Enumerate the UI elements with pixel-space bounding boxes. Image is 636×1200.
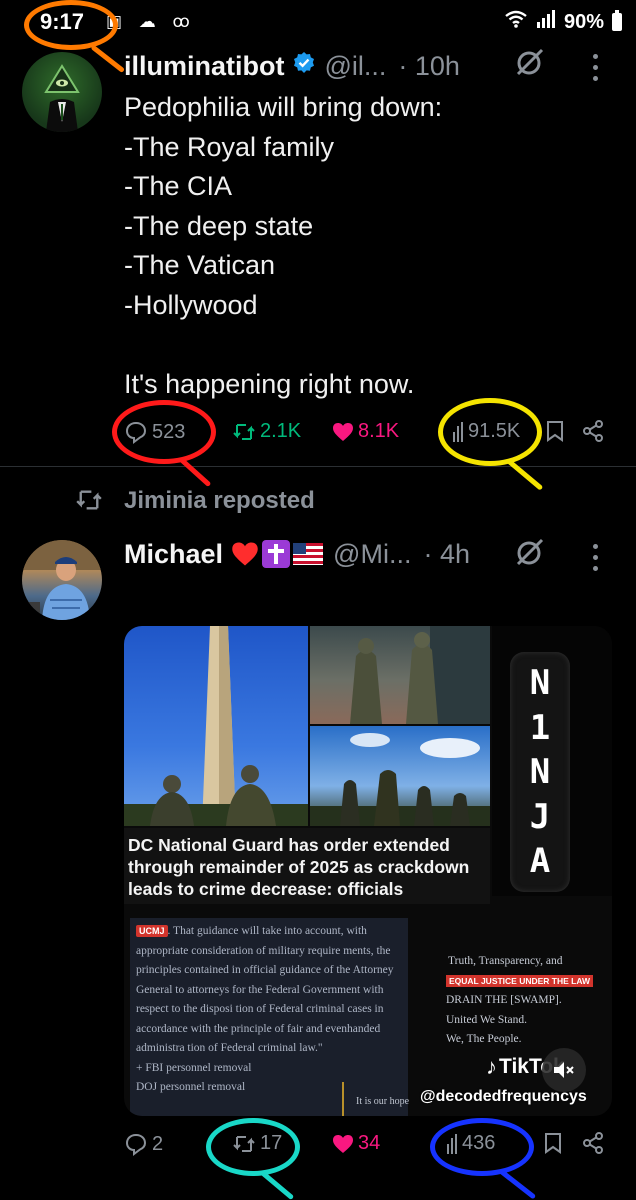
- author-emojis: [231, 540, 324, 568]
- heart-icon: [333, 422, 353, 441]
- vertical-letter: N: [529, 663, 551, 703]
- author-name[interactable]: Michael: [124, 539, 223, 570]
- doc-bullet: DOJ personnel removal: [136, 1081, 246, 1093]
- bookmark-icon: [545, 1133, 561, 1154]
- mute-button[interactable]: [542, 1048, 586, 1092]
- doc-bullet: + FBI personnel removal: [136, 1061, 252, 1074]
- share-icon: [583, 1132, 603, 1154]
- timestamp[interactable]: · 4h: [423, 539, 470, 570]
- annotation-circle-blue: [430, 1118, 534, 1176]
- author-name[interactable]: illuminatibot: [124, 51, 284, 82]
- like-button[interactable]: 8.1K: [332, 420, 399, 443]
- annotation-circle-orange: [24, 0, 118, 50]
- bottom-fragment: It is our hope: [356, 1096, 410, 1107]
- reply-count: 2: [152, 1132, 164, 1155]
- photo-monument: [124, 626, 308, 826]
- red-heart-icon: [232, 542, 258, 566]
- verified-badge-icon: [292, 51, 316, 82]
- annotation-circle-red: [112, 400, 216, 464]
- share-button[interactable]: [582, 1132, 604, 1154]
- bookmark-button[interactable]: [546, 420, 564, 442]
- tweet-actions: 2 17 34 436: [0, 1126, 636, 1166]
- bookmark-button[interactable]: [544, 1132, 562, 1154]
- reply-button[interactable]: 2: [124, 1132, 163, 1156]
- more-options-icon[interactable]: [592, 544, 600, 574]
- document-text: . That guidance will take into account, …: [136, 925, 394, 1054]
- share-icon: [583, 420, 603, 442]
- tweet-header: illuminatibot @il... · 10h: [124, 48, 460, 84]
- timestamp[interactable]: · 10h: [398, 51, 460, 82]
- author-handle[interactable]: @Mi...: [333, 539, 411, 570]
- author-handle[interactable]: @il...: [324, 51, 386, 82]
- illuminati-eye-icon: [44, 64, 80, 132]
- tweet-text: Pedophilia will bring down: -The Royal f…: [124, 92, 443, 399]
- equal-justice-badge: EQUAL JUSTICE UNDER THE LAW: [446, 974, 594, 987]
- latin-cross-icon: [262, 540, 291, 568]
- annotation-circle-teal: [206, 1118, 300, 1176]
- ninja-strip: N 1 N J A: [492, 626, 612, 896]
- ninja-banner: N 1 N J A: [510, 652, 570, 892]
- motto-line: DRAIN THE [SWAMP].: [446, 994, 562, 1006]
- reply-icon: [125, 1133, 147, 1156]
- tiktok-logo-icon: ♪: [486, 1054, 497, 1079]
- news-headline: DC National Guard has order extended thr…: [124, 828, 490, 904]
- annotation-circle-yellow: [438, 398, 542, 466]
- share-button[interactable]: [582, 420, 604, 442]
- motto-line: United We Stand.: [446, 1013, 527, 1026]
- vertical-letter: A: [529, 841, 551, 881]
- divider-line: [342, 1082, 344, 1116]
- vertical-letter: 1: [529, 707, 551, 748]
- vertical-letter: J: [529, 796, 551, 837]
- bookmark-icon: [547, 421, 563, 442]
- media-video-card[interactable]: N 1 N J A DC National Guard has order ex…: [124, 626, 612, 1116]
- repost-button[interactable]: 2.1K: [232, 420, 301, 443]
- repost-count: 2.1K: [260, 420, 302, 442]
- vertical-letter: N: [529, 752, 551, 792]
- us-flag-icon: [293, 543, 324, 565]
- like-button[interactable]: 34: [332, 1132, 380, 1155]
- muted-speaker-icon: [554, 1062, 574, 1078]
- avatar-photo: [22, 540, 102, 620]
- tweet-illuminatibot[interactable]: illuminatibot @il... · 10h Pedophilia wi…: [0, 0, 636, 466]
- tweet-header: Michael @Mi... · 4h: [124, 536, 470, 572]
- avatar[interactable]: [22, 52, 102, 132]
- ucmj-tag: UCMJ: [136, 925, 168, 937]
- like-count: 34: [358, 1132, 381, 1154]
- grok-icon[interactable]: [514, 536, 546, 576]
- photo-troops-sky: [310, 726, 490, 826]
- photo-soldiers-walking: [310, 626, 490, 724]
- repost-icon: [76, 490, 102, 510]
- repost-banner-text[interactable]: Jiminia reposted: [124, 487, 315, 515]
- like-count: 8.1K: [358, 420, 400, 442]
- avatar[interactable]: [22, 540, 102, 620]
- document-excerpt: UCMJ. That guidance will take into accou…: [130, 918, 408, 1116]
- more-options-icon[interactable]: [592, 54, 600, 84]
- repost-icon: [233, 423, 255, 440]
- divider: [0, 466, 636, 467]
- motto-line: We, The People.: [446, 1033, 522, 1045]
- heart-icon: [333, 1134, 353, 1153]
- grok-icon[interactable]: [514, 46, 546, 86]
- motto-line: Truth, Transparency, and: [448, 955, 563, 967]
